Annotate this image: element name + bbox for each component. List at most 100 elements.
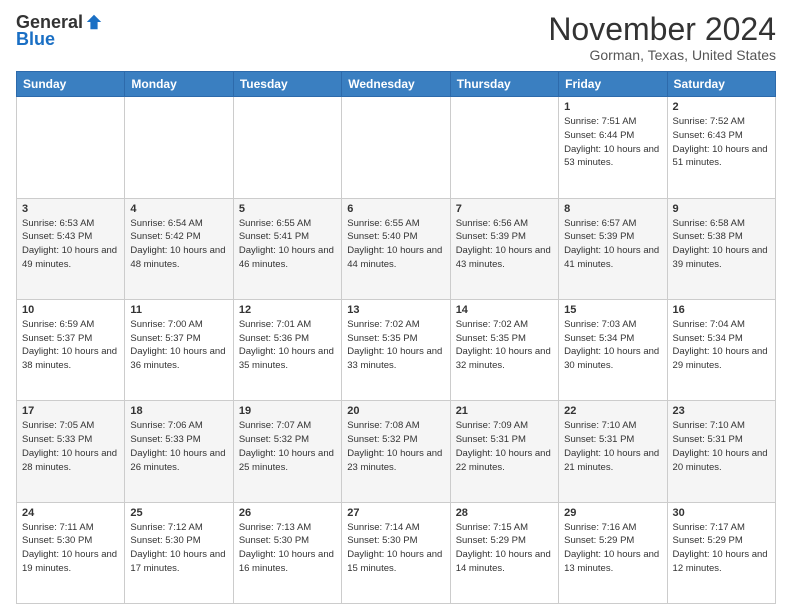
logo-blue: Blue	[16, 29, 55, 50]
day-info: Sunrise: 6:57 AM Sunset: 5:39 PM Dayligh…	[564, 217, 661, 272]
table-row	[450, 97, 558, 198]
month-title: November 2024	[548, 12, 776, 47]
day-info: Sunrise: 7:12 AM Sunset: 5:30 PM Dayligh…	[130, 521, 227, 576]
table-row: 26Sunrise: 7:13 AM Sunset: 5:30 PM Dayli…	[233, 502, 341, 603]
table-row: 12 Sunrise: 7:01 AM Sunset: 5:36 PM Dayli…	[233, 299, 341, 400]
day-number: 30	[673, 507, 770, 519]
col-saturday: Saturday	[667, 72, 775, 97]
day-number: 10	[22, 304, 119, 316]
day-number: 4	[130, 203, 227, 215]
day-number: 27	[347, 507, 444, 519]
day-info: Sunrise: 7:00 AM Sunset: 5:37 PM Dayligh…	[130, 318, 227, 373]
table-row: 20 Sunrise: 7:08 AM Sunset: 5:32 PM Dayli…	[342, 401, 450, 502]
day-number: 11	[130, 304, 227, 316]
table-row: 10 Sunrise: 6:59 AM Sunset: 5:37 PM Dayli…	[17, 299, 125, 400]
day-info: Sunrise: 7:17 AM Sunset: 5:29 PM Dayligh…	[673, 521, 770, 576]
table-row	[233, 97, 341, 198]
day-info: Sunrise: 7:10 AM Sunset: 5:31 PM Dayligh…	[564, 419, 661, 474]
day-info: Sunrise: 7:06 AM Sunset: 5:33 PM Dayligh…	[130, 419, 227, 474]
table-row: 8 Sunrise: 6:57 AM Sunset: 5:39 PM Daylig…	[559, 198, 667, 299]
table-row: 16 Sunrise: 7:04 AM Sunset: 5:34 PM Dayli…	[667, 299, 775, 400]
day-info: Sunrise: 6:54 AM Sunset: 5:42 PM Dayligh…	[130, 217, 227, 272]
table-row: 27 Sunrise: 7:14 AM Sunset: 5:30 PM Dayli…	[342, 502, 450, 603]
day-number: 12	[239, 304, 336, 316]
table-row: 30 Sunrise: 7:17 AM Sunset: 5:29 PM Dayli…	[667, 502, 775, 603]
table-row: 24 Sunrise: 7:11 AM Sunset: 5:30 PM Dayli…	[17, 502, 125, 603]
col-wednesday: Wednesday	[342, 72, 450, 97]
table-row: 6Sunrise: 6:55 AM Sunset: 5:40 PM Daylig…	[342, 198, 450, 299]
calendar-header-row: Sunday Monday Tuesday Wednesday Thursday…	[17, 72, 776, 97]
day-info: Sunrise: 7:05 AM Sunset: 5:33 PM Dayligh…	[22, 419, 119, 474]
day-info: Sunrise: 7:10 AM Sunset: 5:31 PM Dayligh…	[673, 419, 770, 474]
week-row-4: 24 Sunrise: 7:11 AM Sunset: 5:30 PM Dayli…	[17, 502, 776, 603]
table-row: 29Sunrise: 7:16 AM Sunset: 5:29 PM Dayli…	[559, 502, 667, 603]
table-row: 28 Sunrise: 7:15 AM Sunset: 5:29 PM Dayli…	[450, 502, 558, 603]
day-info: Sunrise: 7:16 AM Sunset: 5:29 PM Dayligh…	[564, 521, 661, 576]
day-number: 7	[456, 203, 553, 215]
table-row: 14 Sunrise: 7:02 AM Sunset: 5:35 PM Dayli…	[450, 299, 558, 400]
day-number: 28	[456, 507, 553, 519]
col-sunday: Sunday	[17, 72, 125, 97]
table-row: 3 Sunrise: 6:53 AM Sunset: 5:43 PM Daylig…	[17, 198, 125, 299]
day-info: Sunrise: 6:59 AM Sunset: 5:37 PM Dayligh…	[22, 318, 119, 373]
day-info: Sunrise: 7:02 AM Sunset: 5:35 PM Dayligh…	[456, 318, 553, 373]
day-number: 13	[347, 304, 444, 316]
day-info: Sunrise: 6:58 AM Sunset: 5:38 PM Dayligh…	[673, 217, 770, 272]
col-tuesday: Tuesday	[233, 72, 341, 97]
day-info: Sunrise: 7:03 AM Sunset: 5:34 PM Dayligh…	[564, 318, 661, 373]
logo-icon	[85, 13, 103, 31]
calendar-table: Sunday Monday Tuesday Wednesday Thursday…	[16, 71, 776, 604]
day-number: 19	[239, 405, 336, 417]
table-row: 9 Sunrise: 6:58 AM Sunset: 5:38 PM Daylig…	[667, 198, 775, 299]
table-row: 2Sunrise: 7:52 AM Sunset: 6:43 PM Daylig…	[667, 97, 775, 198]
day-info: Sunrise: 7:04 AM Sunset: 5:34 PM Dayligh…	[673, 318, 770, 373]
table-row: 21 Sunrise: 7:09 AM Sunset: 5:31 PM Dayli…	[450, 401, 558, 502]
day-number: 23	[673, 405, 770, 417]
day-number: 1	[564, 101, 661, 113]
day-info: Sunrise: 7:52 AM Sunset: 6:43 PM Dayligh…	[673, 115, 770, 170]
day-number: 24	[22, 507, 119, 519]
col-monday: Monday	[125, 72, 233, 97]
day-number: 18	[130, 405, 227, 417]
day-info: Sunrise: 7:15 AM Sunset: 5:29 PM Dayligh…	[456, 521, 553, 576]
title-block: November 2024 Gorman, Texas, United Stat…	[548, 12, 776, 63]
col-friday: Friday	[559, 72, 667, 97]
col-thursday: Thursday	[450, 72, 558, 97]
week-row-0: 1Sunrise: 7:51 AM Sunset: 6:44 PM Daylig…	[17, 97, 776, 198]
table-row: 17 Sunrise: 7:05 AM Sunset: 5:33 PM Dayli…	[17, 401, 125, 502]
day-info: Sunrise: 7:14 AM Sunset: 5:30 PM Dayligh…	[347, 521, 444, 576]
table-row: 5Sunrise: 6:55 AM Sunset: 5:41 PM Daylig…	[233, 198, 341, 299]
table-row	[125, 97, 233, 198]
day-number: 15	[564, 304, 661, 316]
day-info: Sunrise: 7:01 AM Sunset: 5:36 PM Dayligh…	[239, 318, 336, 373]
table-row: 1Sunrise: 7:51 AM Sunset: 6:44 PM Daylig…	[559, 97, 667, 198]
week-row-1: 3 Sunrise: 6:53 AM Sunset: 5:43 PM Daylig…	[17, 198, 776, 299]
table-row	[342, 97, 450, 198]
day-number: 8	[564, 203, 661, 215]
logo: General Blue	[16, 12, 103, 50]
table-row: 25 Sunrise: 7:12 AM Sunset: 5:30 PM Dayli…	[125, 502, 233, 603]
header: General Blue November 2024 Gorman, Texas…	[16, 12, 776, 63]
day-number: 25	[130, 507, 227, 519]
day-info: Sunrise: 7:11 AM Sunset: 5:30 PM Dayligh…	[22, 521, 119, 576]
day-number: 16	[673, 304, 770, 316]
day-info: Sunrise: 6:53 AM Sunset: 5:43 PM Dayligh…	[22, 217, 119, 272]
table-row: 11 Sunrise: 7:00 AM Sunset: 5:37 PM Dayli…	[125, 299, 233, 400]
day-info: Sunrise: 7:09 AM Sunset: 5:31 PM Dayligh…	[456, 419, 553, 474]
week-row-3: 17 Sunrise: 7:05 AM Sunset: 5:33 PM Dayli…	[17, 401, 776, 502]
table-row: 23 Sunrise: 7:10 AM Sunset: 5:31 PM Dayli…	[667, 401, 775, 502]
day-info: Sunrise: 7:02 AM Sunset: 5:35 PM Dayligh…	[347, 318, 444, 373]
table-row: 22 Sunrise: 7:10 AM Sunset: 5:31 PM Dayli…	[559, 401, 667, 502]
day-number: 3	[22, 203, 119, 215]
day-info: Sunrise: 6:55 AM Sunset: 5:41 PM Dayligh…	[239, 217, 336, 272]
day-number: 22	[564, 405, 661, 417]
day-info: Sunrise: 7:08 AM Sunset: 5:32 PM Dayligh…	[347, 419, 444, 474]
day-number: 21	[456, 405, 553, 417]
table-row	[17, 97, 125, 198]
table-row: 4 Sunrise: 6:54 AM Sunset: 5:42 PM Daylig…	[125, 198, 233, 299]
day-number: 9	[673, 203, 770, 215]
day-info: Sunrise: 7:13 AM Sunset: 5:30 PM Dayligh…	[239, 521, 336, 576]
day-number: 20	[347, 405, 444, 417]
day-number: 17	[22, 405, 119, 417]
day-number: 14	[456, 304, 553, 316]
